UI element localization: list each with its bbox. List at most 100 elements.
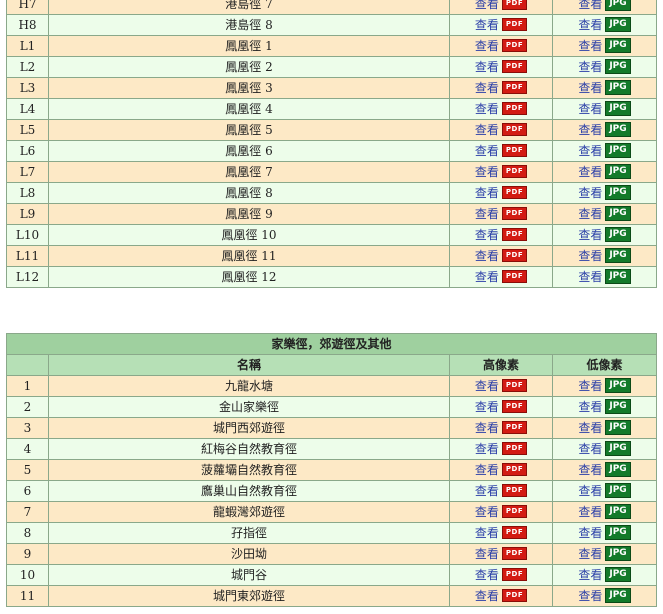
pdf-icon[interactable]: PDF [501, 81, 528, 94]
jpg-icon[interactable]: JPG [605, 462, 631, 477]
view-pdf-link[interactable]: 查看 [475, 400, 499, 414]
pdf-icon[interactable]: PDF [501, 102, 528, 115]
view-jpg-link[interactable]: 查看 [578, 249, 602, 263]
view-jpg-link[interactable]: 查看 [578, 165, 602, 179]
view-pdf-link[interactable]: 查看 [475, 589, 499, 603]
view-pdf-link[interactable]: 查看 [475, 228, 499, 242]
jpg-icon[interactable]: JPG [605, 164, 631, 179]
pdf-icon[interactable]: PDF [501, 60, 528, 73]
view-jpg-link[interactable]: 查看 [578, 123, 602, 137]
view-jpg-link[interactable]: 查看 [578, 421, 602, 435]
jpg-icon[interactable]: JPG [605, 420, 631, 435]
pdf-icon[interactable]: PDF [501, 484, 528, 497]
view-jpg-link[interactable]: 查看 [578, 505, 602, 519]
view-pdf-link[interactable]: 查看 [475, 547, 499, 561]
view-pdf-link[interactable]: 查看 [475, 165, 499, 179]
jpg-icon[interactable]: JPG [605, 546, 631, 561]
jpg-icon[interactable]: JPG [605, 227, 631, 242]
view-jpg-link[interactable]: 查看 [578, 186, 602, 200]
jpg-icon[interactable]: JPG [605, 269, 631, 284]
view-jpg-link[interactable]: 查看 [578, 379, 602, 393]
view-pdf-link[interactable]: 查看 [475, 505, 499, 519]
pdf-icon[interactable]: PDF [501, 18, 528, 31]
jpg-icon[interactable]: JPG [605, 483, 631, 498]
view-pdf-link[interactable]: 查看 [475, 463, 499, 477]
pdf-icon[interactable]: PDF [501, 39, 528, 52]
jpg-icon[interactable]: JPG [605, 0, 631, 11]
jpg-icon[interactable]: JPG [605, 38, 631, 53]
view-pdf-link[interactable]: 查看 [475, 526, 499, 540]
jpg-icon[interactable]: JPG [605, 122, 631, 137]
view-pdf-link[interactable]: 查看 [475, 484, 499, 498]
jpg-icon[interactable]: JPG [605, 588, 631, 603]
jpg-icon[interactable]: JPG [605, 441, 631, 456]
jpg-icon[interactable]: JPG [605, 525, 631, 540]
view-pdf-link[interactable]: 查看 [475, 442, 499, 456]
jpg-icon[interactable]: JPG [605, 504, 631, 519]
view-jpg-link[interactable]: 查看 [578, 526, 602, 540]
pdf-icon[interactable]: PDF [501, 270, 528, 283]
view-jpg-link[interactable]: 查看 [578, 207, 602, 221]
view-jpg-link[interactable]: 查看 [578, 0, 602, 11]
jpg-icon[interactable]: JPG [605, 206, 631, 221]
view-jpg-link[interactable]: 查看 [578, 547, 602, 561]
view-pdf-link[interactable]: 查看 [475, 39, 499, 53]
pdf-icon[interactable]: PDF [501, 568, 528, 581]
view-jpg-link[interactable]: 查看 [578, 144, 602, 158]
jpg-icon[interactable]: JPG [605, 399, 631, 414]
view-pdf-link[interactable]: 查看 [475, 144, 499, 158]
view-jpg-link[interactable]: 查看 [578, 568, 602, 582]
pdf-icon[interactable]: PDF [501, 228, 528, 241]
view-pdf-link[interactable]: 查看 [475, 18, 499, 32]
pdf-icon[interactable]: PDF [501, 589, 528, 602]
pdf-icon[interactable]: PDF [501, 442, 528, 455]
pdf-icon[interactable]: PDF [501, 526, 528, 539]
view-jpg-link[interactable]: 查看 [578, 589, 602, 603]
jpg-icon[interactable]: JPG [605, 59, 631, 74]
pdf-icon[interactable]: PDF [501, 144, 528, 157]
jpg-icon[interactable]: JPG [605, 185, 631, 200]
view-pdf-link[interactable]: 查看 [475, 186, 499, 200]
pdf-icon[interactable]: PDF [501, 421, 528, 434]
pdf-icon[interactable]: PDF [501, 186, 528, 199]
jpg-icon[interactable]: JPG [605, 17, 631, 32]
view-jpg-link[interactable]: 查看 [578, 484, 602, 498]
jpg-icon[interactable]: JPG [605, 248, 631, 263]
pdf-icon[interactable]: PDF [501, 0, 528, 10]
pdf-icon[interactable]: PDF [501, 249, 528, 262]
jpg-icon[interactable]: JPG [605, 378, 631, 393]
view-jpg-link[interactable]: 查看 [578, 81, 602, 95]
view-pdf-link[interactable]: 查看 [475, 60, 499, 74]
view-pdf-link[interactable]: 查看 [475, 270, 499, 284]
view-pdf-link[interactable]: 查看 [475, 568, 499, 582]
pdf-icon[interactable]: PDF [501, 505, 528, 518]
view-jpg-link[interactable]: 查看 [578, 60, 602, 74]
jpg-icon[interactable]: JPG [605, 143, 631, 158]
view-pdf-link[interactable]: 查看 [475, 81, 499, 95]
view-jpg-link[interactable]: 查看 [578, 102, 602, 116]
view-jpg-link[interactable]: 查看 [578, 400, 602, 414]
view-pdf-link[interactable]: 查看 [475, 102, 499, 116]
pdf-icon[interactable]: PDF [501, 463, 528, 476]
pdf-icon[interactable]: PDF [501, 165, 528, 178]
view-pdf-link[interactable]: 查看 [475, 123, 499, 137]
view-jpg-link[interactable]: 查看 [578, 442, 602, 456]
view-pdf-link[interactable]: 查看 [475, 421, 499, 435]
jpg-icon[interactable]: JPG [605, 101, 631, 116]
view-pdf-link[interactable]: 查看 [475, 0, 499, 11]
pdf-icon[interactable]: PDF [501, 379, 528, 392]
pdf-icon[interactable]: PDF [501, 123, 528, 136]
pdf-icon[interactable]: PDF [501, 207, 528, 220]
pdf-icon[interactable]: PDF [501, 547, 528, 560]
view-pdf-link[interactable]: 查看 [475, 249, 499, 263]
pdf-icon[interactable]: PDF [501, 400, 528, 413]
view-jpg-link[interactable]: 查看 [578, 270, 602, 284]
view-jpg-link[interactable]: 查看 [578, 18, 602, 32]
view-jpg-link[interactable]: 查看 [578, 39, 602, 53]
jpg-icon[interactable]: JPG [605, 567, 631, 582]
view-pdf-link[interactable]: 查看 [475, 379, 499, 393]
view-jpg-link[interactable]: 查看 [578, 463, 602, 477]
jpg-icon[interactable]: JPG [605, 80, 631, 95]
view-pdf-link[interactable]: 查看 [475, 207, 499, 221]
view-jpg-link[interactable]: 查看 [578, 228, 602, 242]
